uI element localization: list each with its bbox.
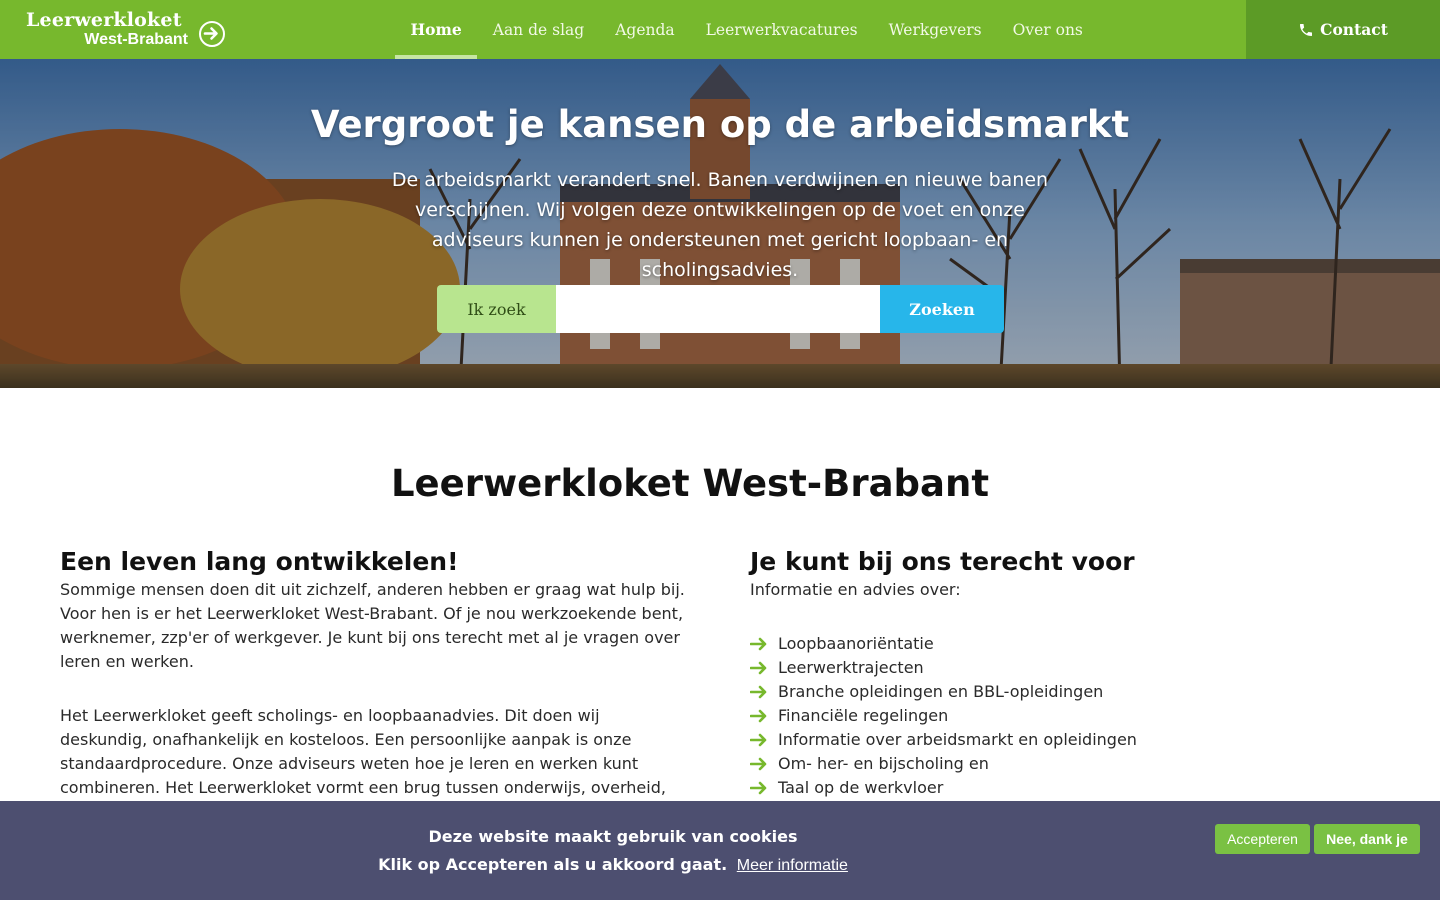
hero-banner: Vergroot je kansen op de arbeidsmarkt De… [0,59,1440,388]
services-heading: Je kunt bij ons terecht voor [750,547,1135,576]
arrow-right-icon [750,685,767,699]
phone-icon [1300,23,1313,36]
list-item: Taal op de werkvloer [750,776,1380,800]
hero-title: Vergroot je kansen op de arbeidsmarkt [310,103,1130,146]
cookie-banner: Deze website maakt gebruik van cookies K… [0,801,1440,900]
list-item: Loopbaanoriëntatie [750,632,1380,656]
page-title: Leerwerkloket West-Brabant [390,462,990,505]
search-label: Ik zoek [437,285,556,333]
services-list: Loopbaanoriëntatie Leerwerktrajecten Bra… [750,632,1380,800]
cookie-accept-button[interactable]: Accepteren [1215,824,1310,854]
arrow-right-icon [750,709,767,723]
search-bar: Ik zoek Zoeken [437,285,1004,333]
intro-heading: Een leven lang ontwikkelen! [60,547,459,576]
nav-item-aan-de-slag[interactable]: Aan de slag [477,0,599,59]
list-item: Om- her- en bijscholing en [750,752,1380,776]
arrow-right-icon [750,781,767,795]
site-logo[interactable]: Leerwerkloket West-Brabant [24,8,234,52]
arrow-right-icon [750,757,767,771]
nav-item-over-ons[interactable]: Over ons [997,0,1098,59]
hero-text: De arbeidsmarkt verandert snel. Banen ve… [391,169,1049,281]
intro-paragraph: Sommige mensen doen dit uit zichzelf, an… [60,580,685,671]
arrow-right-icon [750,733,767,747]
list-item: Branche opleidingen en BBL-opleidingen [750,680,1380,704]
nav-item-werkgevers[interactable]: Werkgevers [873,0,997,59]
contact-button[interactable]: Contact [1246,0,1440,59]
search-input[interactable] [556,285,880,333]
cookie-decline-button[interactable]: Nee, dank je [1314,824,1420,854]
nav-item-agenda[interactable]: Agenda [600,0,690,59]
list-item: Leerwerktrajecten [750,656,1380,680]
nav-item-home[interactable]: Home [395,0,478,59]
list-item: Financiële regelingen [750,704,1380,728]
services-intro: Informatie en advies over: [750,580,961,599]
cookie-more-info-link[interactable]: Meer informatie [737,857,848,874]
arrow-right-icon [750,637,767,651]
logo-subtitle: West-Brabant [84,31,188,48]
site-header: Leerwerkloket West-Brabant Home Aan de s… [0,0,1440,59]
list-item: Informatie over arbeidsmarkt en opleidin… [750,728,1380,752]
contact-label: Contact [1320,20,1388,39]
nav-item-leerwerkvacatures[interactable]: Leerwerkvacatures [690,0,873,59]
intro-column: Een leven lang ontwikkelen! Sommige mens… [60,546,690,824]
arrow-circle-right-icon [199,21,225,47]
arrow-right-icon [750,661,767,675]
cookie-message: Klik op Accepteren als u akkoord gaat. M… [0,855,1226,875]
services-column: Je kunt bij ons terecht voor Informatie … [750,546,1380,800]
search-button[interactable]: Zoeken [880,285,1004,333]
main-nav: Home Aan de slag Agenda Leerwerkvacature… [395,0,1098,59]
logo-title: Leerwerkloket [26,9,182,31]
cookie-text: Klik op Accepteren als u akkoord gaat. [378,855,728,874]
cookie-title: Deze website maakt gebruik van cookies [428,827,798,846]
